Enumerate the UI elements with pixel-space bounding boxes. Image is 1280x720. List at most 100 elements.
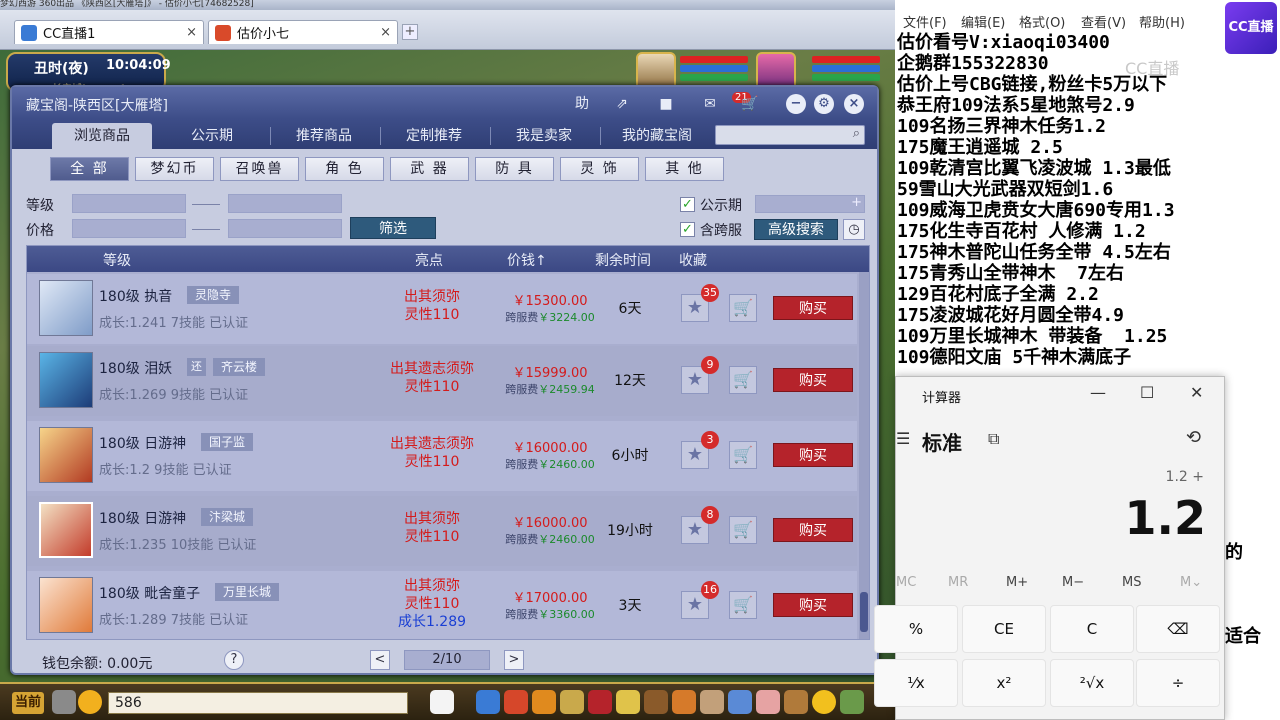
level-min-input[interactable]: [72, 194, 186, 213]
prev-page-button[interactable]: <: [370, 650, 390, 670]
gift-icon[interactable]: [616, 690, 640, 714]
mail-icon[interactable]: [728, 690, 752, 714]
buy-button[interactable]: 购买: [773, 368, 853, 392]
menu-edit[interactable]: 编辑(E): [961, 12, 1005, 31]
stop-icon[interactable]: ■: [654, 93, 678, 115]
help-button[interactable]: ?: [224, 650, 244, 670]
memory-list-button[interactable]: M⌄: [1180, 575, 1202, 590]
reciprocal-key[interactable]: ¹⁄x: [874, 659, 958, 707]
divide-key[interactable]: ÷: [1136, 659, 1220, 707]
pet-avatar[interactable]: [39, 577, 93, 633]
header-time-left[interactable]: 剩余时间: [595, 250, 651, 270]
guild-icon[interactable]: [700, 690, 724, 714]
tab-guess-price[interactable]: 估价小七 ×: [208, 20, 398, 44]
header-level[interactable]: 等级: [103, 250, 131, 270]
clear-entry-key[interactable]: CE: [962, 605, 1046, 653]
clear-key[interactable]: C: [1050, 605, 1134, 653]
advanced-search-button[interactable]: 高级搜索: [754, 219, 838, 240]
emoji-icon[interactable]: [78, 690, 102, 714]
map-icon[interactable]: [644, 690, 668, 714]
pet-avatar[interactable]: [39, 502, 93, 558]
chat-input[interactable]: 586: [108, 692, 408, 714]
bag-icon[interactable]: [504, 690, 528, 714]
memory-clear-button[interactable]: MC: [896, 575, 916, 590]
price-max-input[interactable]: [228, 219, 342, 238]
menu-format[interactable]: 格式(O): [1019, 12, 1065, 31]
close-icon[interactable]: ×: [186, 25, 197, 40]
skill-icon[interactable]: [532, 690, 556, 714]
system-icon[interactable]: [840, 690, 864, 714]
cart-icon[interactable]: 🛒: [729, 591, 757, 619]
clock-icon[interactable]: ◷: [843, 219, 865, 240]
next-page-button[interactable]: >: [504, 650, 524, 670]
menu-file[interactable]: 文件(F): [903, 12, 947, 31]
close-button[interactable]: ✕: [1190, 383, 1203, 402]
assist-button[interactable]: 助: [570, 93, 594, 115]
tab-public-period[interactable]: 公示期: [162, 123, 262, 149]
search-icon[interactable]: ⌕: [853, 126, 860, 141]
square-key[interactable]: x²: [962, 659, 1046, 707]
table-scrollbar[interactable]: [859, 272, 869, 639]
cross-server-checkbox[interactable]: ✓: [680, 222, 695, 237]
menu-help[interactable]: 帮助(H): [1139, 12, 1185, 31]
price-min-input[interactable]: [72, 219, 186, 238]
category-armor[interactable]: 防 具: [475, 157, 554, 181]
memory-recall-button[interactable]: MR: [948, 575, 968, 590]
level-max-input[interactable]: [228, 194, 342, 213]
tab-recommended[interactable]: 推荐商品: [274, 123, 374, 149]
buy-button[interactable]: 购买: [773, 518, 853, 542]
close-button[interactable]: ×: [844, 94, 864, 114]
hamburger-icon[interactable]: ☰: [896, 429, 910, 448]
table-row[interactable]: 180级 日游神 汴梁城 成长:1.235 10技能 已认证 出其须弥 灵性110…: [27, 496, 857, 566]
memory-subtract-button[interactable]: M−: [1062, 575, 1084, 590]
settings-button[interactable]: ⚙: [814, 94, 834, 114]
tab-cc-live[interactable]: CC直播1 ×: [14, 20, 204, 44]
cart-icon[interactable]: 🛒: [729, 516, 757, 544]
activity-icon[interactable]: [812, 690, 836, 714]
category-weapon[interactable]: 武 器: [390, 157, 469, 181]
pet-avatar[interactable]: [39, 280, 93, 336]
category-gold[interactable]: 梦幻币: [135, 157, 214, 181]
new-tab-button[interactable]: +: [402, 24, 418, 40]
category-other[interactable]: 其 他: [645, 157, 724, 181]
microphone-icon[interactable]: [52, 690, 76, 714]
buy-button[interactable]: 购买: [773, 593, 853, 617]
team-icon[interactable]: [588, 690, 612, 714]
memory-add-button[interactable]: M+: [1006, 575, 1028, 590]
minimize-button[interactable]: —: [1090, 383, 1106, 402]
friend-icon[interactable]: [672, 690, 696, 714]
maximize-button[interactable]: ☐: [1140, 383, 1154, 402]
menu-view[interactable]: 查看(V): [1081, 12, 1126, 31]
buy-button[interactable]: 购买: [773, 443, 853, 467]
close-icon[interactable]: ×: [380, 25, 391, 40]
filter-button[interactable]: 筛选: [350, 217, 436, 239]
sword-icon[interactable]: [476, 690, 500, 714]
public-period-select[interactable]: +: [755, 195, 865, 213]
share-icon[interactable]: ⇗: [610, 93, 634, 115]
shop-icon[interactable]: [756, 690, 780, 714]
public-period-checkbox[interactable]: ✓: [680, 197, 695, 212]
category-accessory[interactable]: 灵 饰: [560, 157, 639, 181]
cart-icon[interactable]: 🛒: [729, 294, 757, 322]
table-row[interactable]: 180级 泪妖 还 齐云楼 成长:1.269 9技能 已认证 出其遗志须弥 灵性1…: [27, 346, 857, 416]
backspace-key[interactable]: ⌫: [1136, 605, 1220, 653]
search-input[interactable]: ⌕: [715, 125, 865, 145]
notepad-text[interactable]: 估价看号V:xiaoqi03400 企鹅群155322830 估价上号CBG链接…: [897, 32, 1175, 368]
scrollbar-thumb[interactable]: [860, 592, 868, 632]
pet-avatar[interactable]: [39, 352, 93, 408]
table-row[interactable]: 180级 日游神 国子监 成长:1.2 9技能 已认证 出其遗志须弥 灵性110 …: [27, 421, 857, 491]
header-price[interactable]: 价钱↑: [507, 250, 547, 270]
square-root-key[interactable]: ²√x: [1050, 659, 1134, 707]
plus-icon[interactable]: +: [851, 195, 862, 210]
minimize-button[interactable]: −: [786, 94, 806, 114]
table-row[interactable]: 180级 执音 灵隐寺 成长:1.241 7技能 已认证 出其须弥 灵性110 ￥…: [27, 274, 857, 344]
pet-avatar[interactable]: [39, 427, 93, 483]
ranking-icon[interactable]: [784, 690, 808, 714]
category-pet[interactable]: 召唤兽: [220, 157, 299, 181]
pet-icon[interactable]: [430, 690, 454, 714]
task-icon[interactable]: [560, 690, 584, 714]
memory-store-button[interactable]: MS: [1122, 575, 1141, 590]
tab-custom-recommend[interactable]: 定制推荐: [384, 123, 484, 149]
chat-channel-button[interactable]: 当前: [12, 692, 44, 714]
tab-seller[interactable]: 我是卖家: [494, 123, 594, 149]
